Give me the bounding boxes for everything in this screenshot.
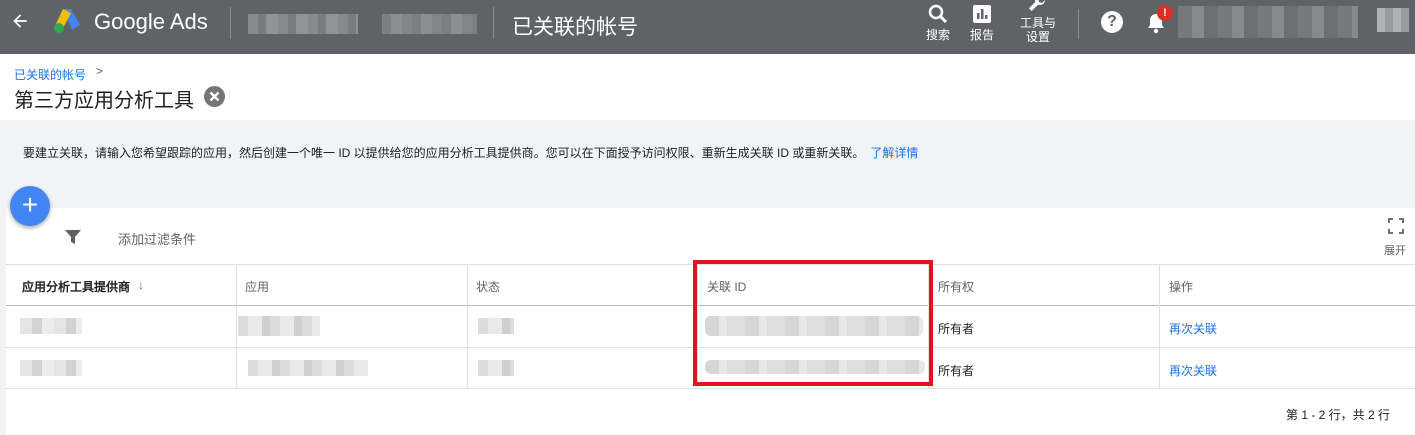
relink-button[interactable]: 再次关联	[1169, 362, 1217, 379]
bar-chart-icon	[973, 5, 991, 23]
redacted-provider	[20, 318, 82, 334]
sort-arrow-icon[interactable]: ↓	[138, 278, 144, 292]
info-message: 要建立关联，请输入您希望跟踪的应用，然后创建一个唯一 ID 以提供给您的应用分析…	[23, 144, 918, 161]
help-icon[interactable]: ?	[1101, 11, 1123, 33]
column-header-provider[interactable]: 应用分析工具提供商	[22, 278, 130, 295]
reports-label: 报告	[969, 28, 994, 42]
divider	[230, 7, 231, 39]
redacted-status	[478, 360, 514, 376]
column-divider	[1159, 264, 1160, 388]
redacted-app	[248, 360, 368, 376]
close-icon[interactable]	[204, 86, 225, 107]
google-ads-logo	[54, 9, 80, 33]
column-header-status[interactable]: 状态	[476, 278, 500, 295]
filter-icon[interactable]	[64, 228, 82, 246]
back-arrow-icon[interactable]	[10, 11, 30, 31]
top-app-bar: Google Ads 已关联的帐号 搜索 报告 工具与 设置 ? !	[0, 0, 1415, 54]
pagination-summary: 第 1 - 2 行，共 2 行	[1286, 408, 1391, 422]
row-divider	[6, 388, 1415, 389]
breadcrumb[interactable]: 已关联的帐号	[14, 66, 86, 83]
relink-button[interactable]: 再次关联	[1169, 320, 1217, 337]
divider	[1078, 9, 1079, 39]
redacted-account-id	[382, 14, 477, 34]
page-header: 已关联的帐号 > 第三方应用分析工具	[0, 54, 1415, 120]
page-title: 第三方应用分析工具	[14, 90, 194, 112]
column-header-actions: 操作	[1169, 280, 1194, 294]
search-button[interactable]: 搜索	[922, 2, 954, 43]
tools-label-line2: 设置	[1025, 30, 1050, 44]
brand-name: Google Ads	[94, 9, 208, 34]
column-divider	[236, 264, 237, 388]
redacted-account-name	[248, 14, 358, 34]
column-header-ownership[interactable]: 所有权	[938, 278, 974, 295]
page-name: 已关联的帐号	[512, 16, 638, 39]
add-filter-button[interactable]: 添加过滤条件	[118, 229, 196, 248]
highlight-box	[693, 260, 933, 386]
ownership-value: 所有者	[938, 364, 975, 378]
tools-label-line1: 工具与	[1019, 16, 1056, 30]
reports-button[interactable]: 报告	[966, 2, 998, 43]
column-header-app[interactable]: 应用	[245, 278, 269, 295]
ownership-value: 所有者	[938, 322, 975, 336]
redacted-status	[478, 318, 514, 334]
divider	[493, 7, 494, 39]
info-text: 要建立关联，请输入您希望跟踪的应用，然后创建一个唯一 ID 以提供给您的应用分析…	[23, 146, 865, 160]
redacted-app	[238, 316, 320, 336]
search-label: 搜索	[925, 28, 950, 42]
notification-badge: !	[1157, 5, 1173, 21]
wrench-icon	[1029, 0, 1045, 11]
search-icon	[928, 4, 948, 24]
breadcrumb-chevron-icon: >	[96, 64, 104, 78]
avatar[interactable]	[1377, 8, 1409, 32]
column-divider	[467, 264, 468, 388]
learn-more-link[interactable]: 了解详情	[870, 146, 918, 160]
tools-settings-button[interactable]: 工具与 设置	[1014, 0, 1062, 44]
add-button[interactable]: +	[10, 186, 50, 226]
fullscreen-icon[interactable]	[1388, 218, 1404, 234]
redacted-user-info	[1178, 6, 1358, 38]
redacted-provider	[20, 360, 82, 376]
expand-label[interactable]: 展开	[1384, 242, 1406, 258]
